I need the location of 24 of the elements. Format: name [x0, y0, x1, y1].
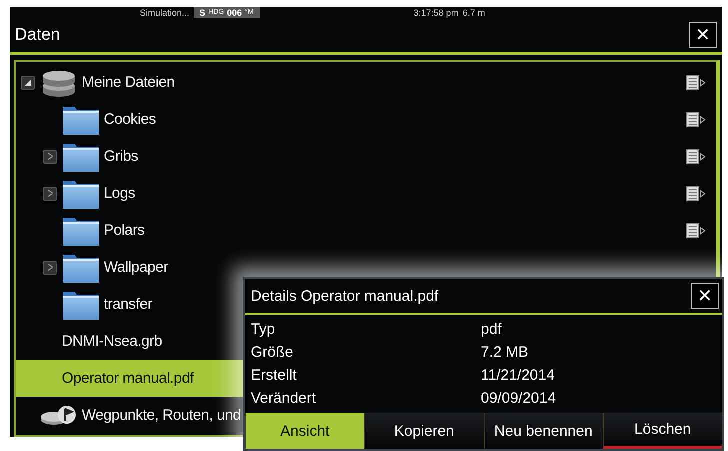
window-title: Daten	[15, 25, 60, 45]
source-label: Simulation...	[140, 8, 190, 18]
property-label: Erstellt	[251, 367, 298, 384]
property-value: pdf	[481, 321, 502, 338]
item-label: Wallpaper	[104, 259, 168, 276]
item-label: Meine Dateien	[82, 74, 175, 91]
property-value: 7.2 MB	[481, 344, 529, 362]
heading-prefix: S	[200, 8, 206, 18]
property-label: Verändert	[251, 390, 318, 408]
time-label: 3:17:58 pm	[414, 8, 459, 18]
item-label: Polars	[104, 222, 145, 239]
item-label: transfer	[104, 296, 152, 313]
item-label: Logs	[104, 185, 136, 202]
item-label: Gribs	[104, 148, 138, 165]
property-value: 11/21/2014	[481, 367, 555, 384]
property-label: Typ	[251, 321, 276, 338]
property-value: 09/09/2014	[481, 390, 556, 408]
dialog-title: Details Operator manual.pdf	[251, 288, 439, 305]
item-label: Operator manual.pdf	[62, 370, 194, 387]
heading-value: 006	[227, 8, 242, 18]
property-label: Größe	[251, 344, 295, 362]
item-label: Cookies	[104, 111, 156, 128]
depth-label: 6.7 m	[462, 8, 486, 18]
item-label: Wegpunkte, Routen, und	[82, 407, 242, 424]
